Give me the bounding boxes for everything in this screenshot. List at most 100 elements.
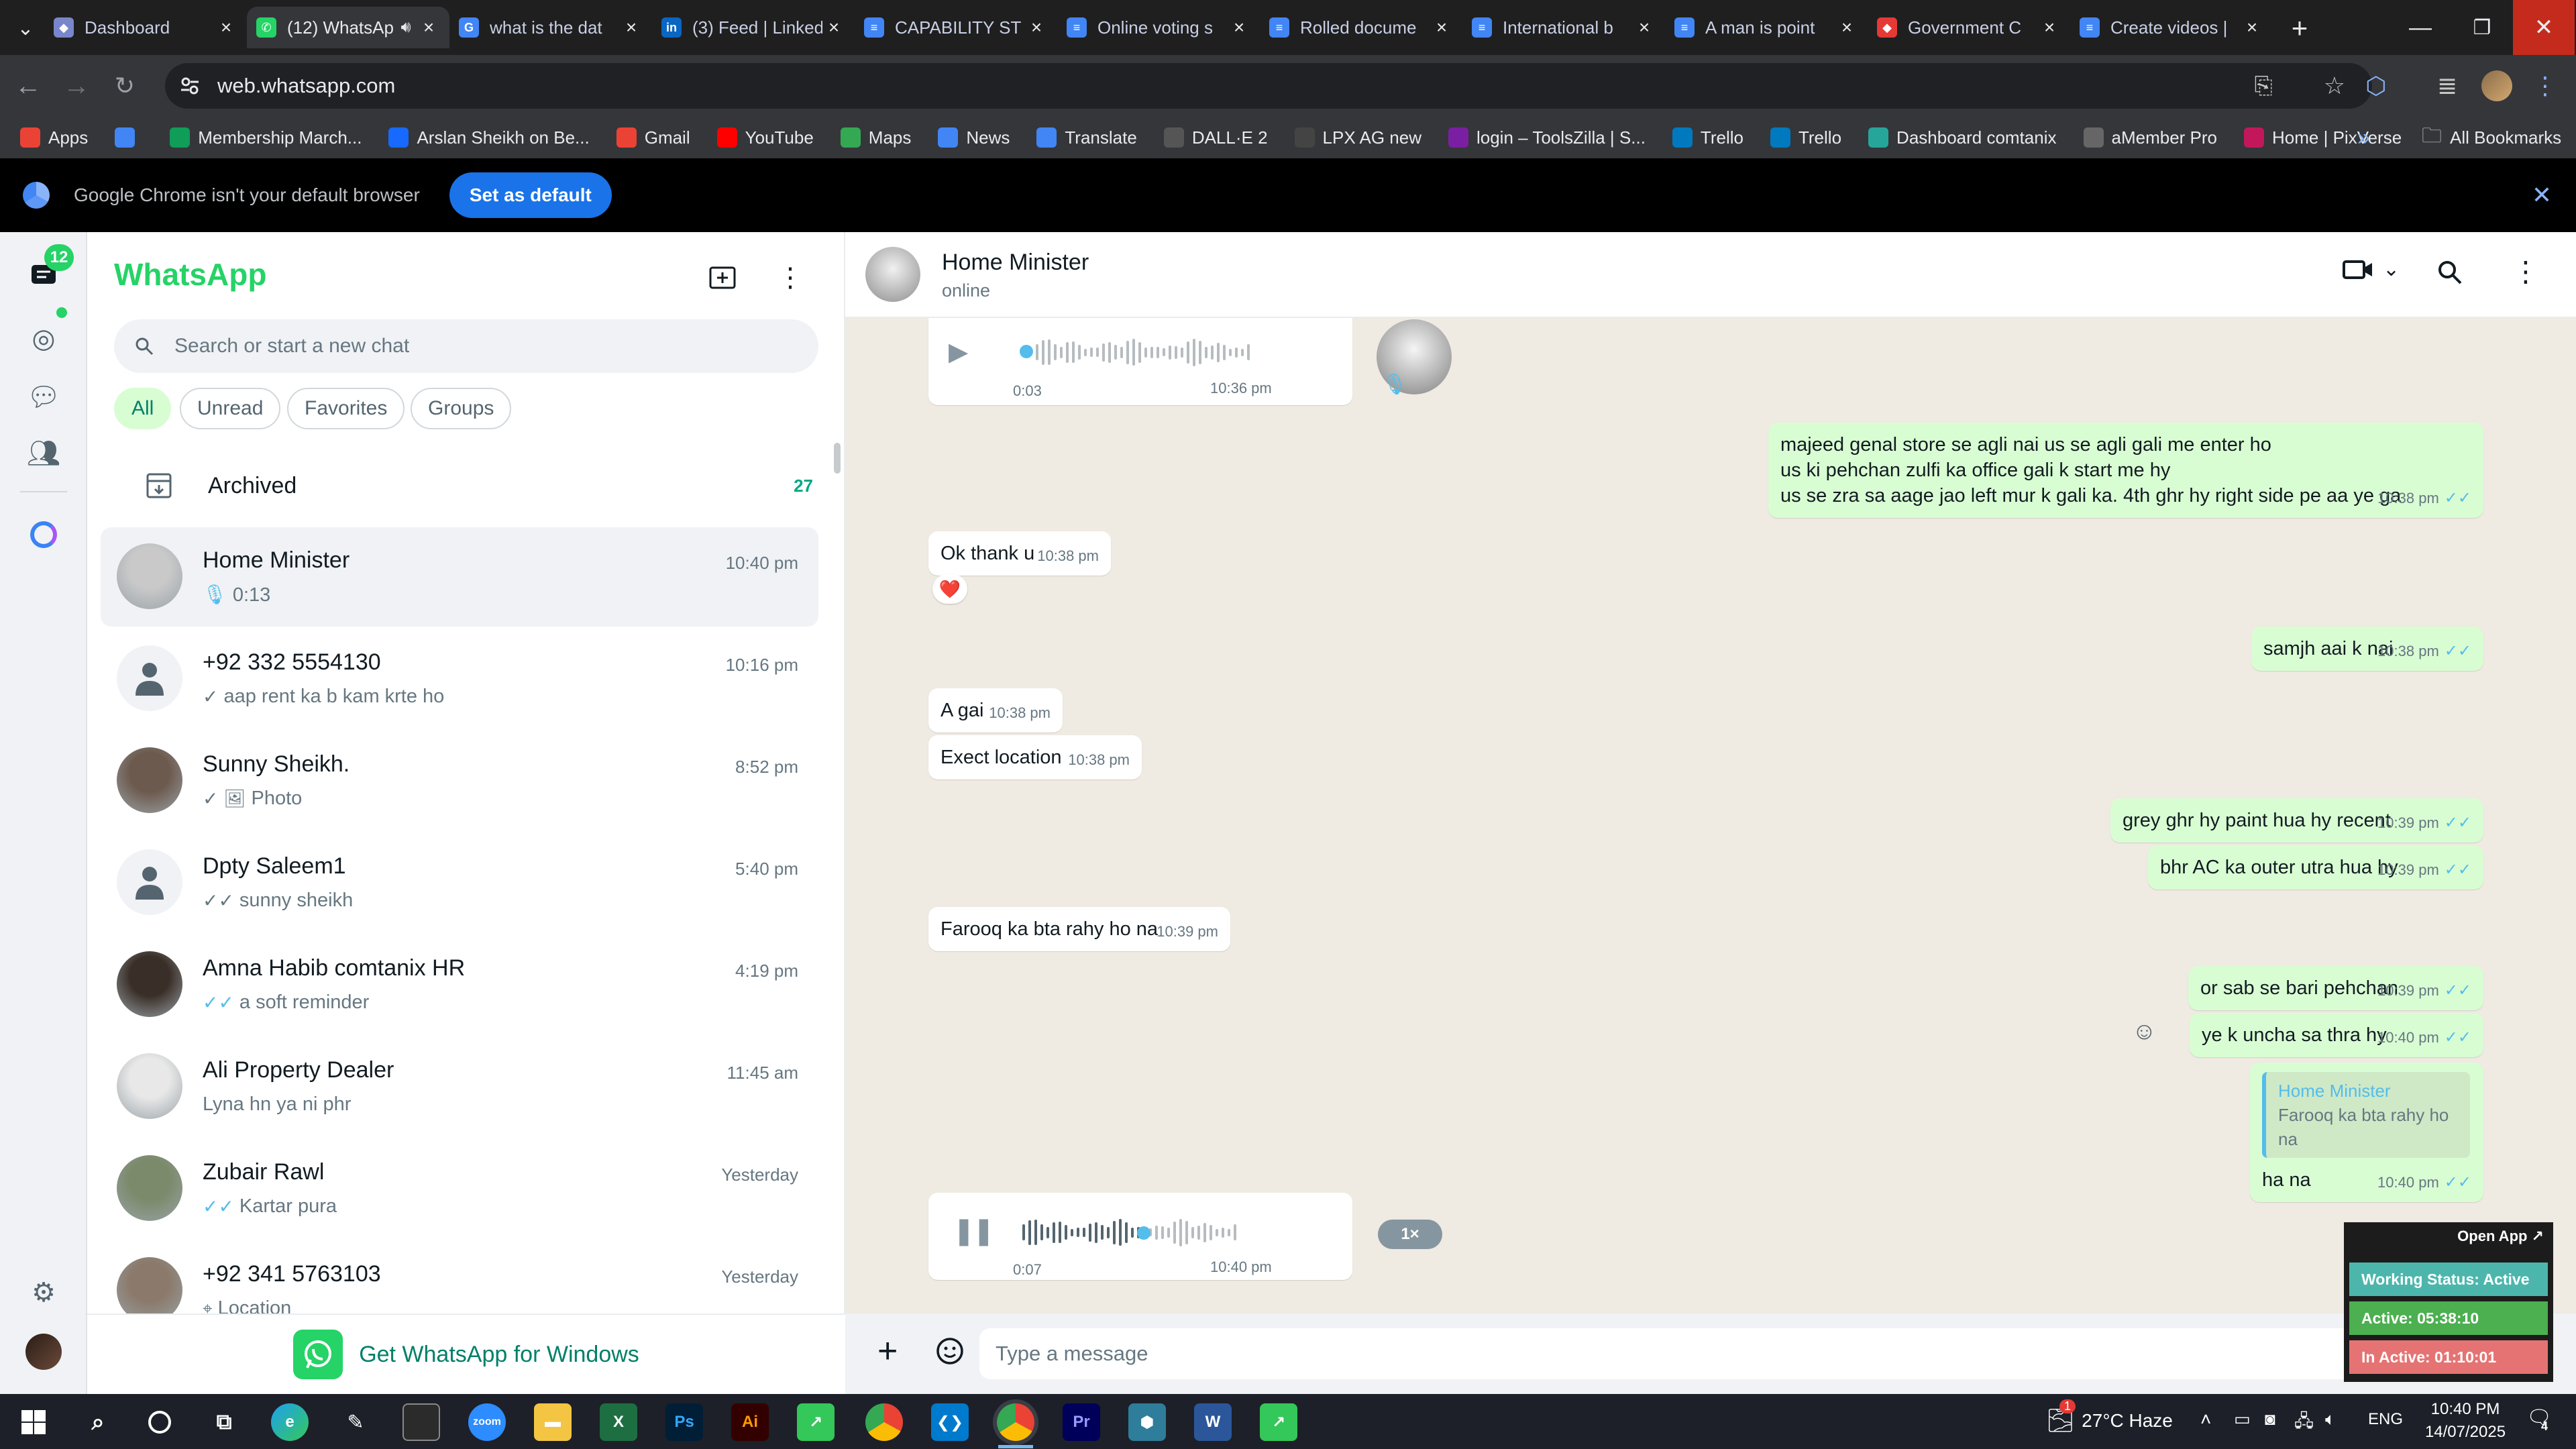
tab-close-icon[interactable]: × bbox=[1228, 17, 1250, 38]
conversation-search-icon[interactable] bbox=[2436, 259, 2463, 289]
browser-tab[interactable]: ✆ (12) WhatsApp 🔊︎ × bbox=[247, 7, 449, 48]
cortana-icon[interactable] bbox=[141, 1403, 178, 1441]
bookmark-item[interactable]: Dashboard comtanix bbox=[1868, 127, 2057, 148]
filter-unread[interactable]: Unread bbox=[180, 388, 281, 429]
meta-ai-icon[interactable] bbox=[24, 515, 63, 554]
tab-close-icon[interactable]: × bbox=[215, 17, 237, 38]
clock[interactable]: 10:40 PM 14/07/2025 bbox=[2415, 1398, 2516, 1444]
voice-note-incoming[interactable]: ▶ 0:03 10:36 pm 🎙︎ bbox=[928, 318, 1452, 405]
voice-note-playing[interactable]: ❚❚ 1× 0:07 10:40 pm bbox=[928, 1193, 1442, 1280]
excel-icon[interactable]: X bbox=[600, 1403, 637, 1441]
edge-icon[interactable]: e bbox=[271, 1403, 309, 1441]
new-chat-icon[interactable] bbox=[704, 259, 742, 297]
outgoing-message[interactable]: bhr AC ka outer utra hua hy 10:39 pm ✓✓ bbox=[2148, 845, 2483, 890]
browser-tab[interactable]: ≡ Create videos | × bbox=[2070, 7, 2273, 48]
weather-widget[interactable]: 🌫︎ 1 27°C Haze bbox=[2046, 1399, 2173, 1434]
site-info-icon[interactable] bbox=[178, 74, 201, 97]
bookmark-item[interactable]: DALL·E 2 bbox=[1163, 127, 1268, 148]
voice-note-2-waveform[interactable] bbox=[1022, 1216, 1236, 1249]
chat-list-scrollbar[interactable] bbox=[834, 443, 841, 474]
bookmark-item[interactable]: Apps bbox=[20, 127, 88, 148]
react-emoji-icon[interactable]: ☺ bbox=[2132, 1018, 2157, 1044]
chat-row[interactable]: +92 332 5554130 10:16 pm ✓ aap rent ka b ka… bbox=[101, 629, 818, 729]
all-bookmarks[interactable]: 🗀 All Bookmarks bbox=[2422, 121, 2561, 155]
media-control-icon[interactable]: ≣ bbox=[2430, 68, 2465, 103]
volume-icon[interactable]: 🔈︎ bbox=[2325, 1409, 2336, 1430]
profile-avatar-small[interactable] bbox=[24, 1332, 63, 1371]
tab-close-icon[interactable]: × bbox=[620, 17, 643, 38]
outgoing-message[interactable]: majeed genal store se agli nai us se agl… bbox=[1768, 423, 2483, 518]
heart-reaction-icon[interactable]: ❤️ bbox=[932, 574, 967, 604]
more-bookmarks-icon[interactable]: » bbox=[2357, 125, 2370, 151]
reload-icon[interactable]: ↻ bbox=[106, 67, 144, 105]
browser-tab[interactable]: Gwhat is the dat × bbox=[449, 7, 652, 48]
bookmark-star-icon[interactable]: ☆ bbox=[2324, 72, 2345, 100]
forward-icon[interactable]: → bbox=[58, 67, 95, 105]
tray-camera-icon[interactable]: ◙ bbox=[2265, 1409, 2275, 1430]
open-app-link[interactable]: Open App ↗ bbox=[2457, 1228, 2544, 1245]
app-icon[interactable]: ⬢ bbox=[1128, 1403, 1166, 1441]
bookmark-item[interactable]: aMember Pro bbox=[2083, 127, 2217, 148]
restore-button[interactable]: ❐ bbox=[2451, 0, 2513, 55]
bookmark-item[interactable]: Home | PixVerse bbox=[2244, 127, 2402, 148]
outgoing-message[interactable]: or sab se bari pehchan 10:39 pm ✓✓ bbox=[2188, 966, 2483, 1010]
conversation-menu-icon[interactable]: ⋮ bbox=[2512, 255, 2540, 288]
browser-tab[interactable]: ≡ A man is point × bbox=[1665, 7, 1868, 48]
extensions-icon[interactable]: ⬡ bbox=[2359, 68, 2394, 103]
tab-close-icon[interactable]: × bbox=[1430, 17, 1453, 38]
start-button[interactable] bbox=[15, 1403, 52, 1441]
tab-close-icon[interactable]: × bbox=[2241, 17, 2263, 38]
conversation-header[interactable]: Home Minister online ⌄ ⋮ bbox=[845, 232, 2576, 318]
bookmark-item[interactable]: Trello bbox=[1770, 127, 1841, 148]
chat-row[interactable]: Amna Habib comtanix HR 4:19 pm ✓✓ a soft re… bbox=[101, 935, 818, 1034]
incoming-message[interactable]: Ok thank u 10:38 pm ❤️ bbox=[928, 531, 1111, 604]
play-icon[interactable]: ▶ bbox=[949, 337, 968, 367]
bookmark-item[interactable]: Membership March... bbox=[170, 127, 362, 148]
taskbar-search-icon[interactable]: ⌕ bbox=[79, 1403, 117, 1441]
message-input[interactable] bbox=[979, 1328, 2496, 1379]
chat-row[interactable]: Sunny Sheikh. 8:52 pm ✓ 🖼︎ Photo bbox=[101, 731, 818, 830]
word-icon[interactable]: W bbox=[1194, 1403, 1232, 1441]
chrome-active-icon[interactable] bbox=[997, 1403, 1034, 1441]
browser-tab[interactable]: ◆ Government C × bbox=[1868, 7, 2070, 48]
profile-avatar[interactable] bbox=[2479, 68, 2514, 103]
premiere-icon[interactable]: Pr bbox=[1063, 1403, 1100, 1441]
back-icon[interactable]: ← bbox=[9, 67, 47, 105]
install-app-icon[interactable]: ⎘ bbox=[2255, 73, 2273, 99]
browser-tab[interactable]: ≡ Online voting s × bbox=[1057, 7, 1260, 48]
file-explorer-icon[interactable]: ▬ bbox=[534, 1403, 572, 1441]
green-app-2-icon[interactable]: ↗ bbox=[1260, 1403, 1297, 1441]
pen-tool-icon[interactable]: ✎ bbox=[337, 1403, 374, 1441]
settings-gear-icon[interactable]: ⚙ bbox=[24, 1273, 63, 1312]
bookmark-item[interactable]: Gmail bbox=[616, 127, 690, 148]
chrome-taskbar-icon[interactable] bbox=[865, 1403, 903, 1441]
video-call-button[interactable]: ⌄ bbox=[2343, 258, 2400, 281]
outgoing-message[interactable]: samjh aai k nai 10:38 pm ✓✓ bbox=[2251, 627, 2483, 671]
archived-row[interactable]: Archived 27 bbox=[87, 447, 845, 525]
tab-search-chevron-icon[interactable]: ⌄ bbox=[7, 9, 44, 47]
bookmark-item[interactable]: login – ToolsZilla | S... bbox=[1448, 127, 1646, 148]
network-icon[interactable]: 🖧︎ bbox=[2294, 1409, 2314, 1438]
outgoing-message[interactable]: Home Minister Farooq ka bta rahy ho na ha … bbox=[2250, 1063, 2483, 1202]
close-infobar-icon[interactable]: ✕ bbox=[2532, 181, 2552, 209]
bookmark-item[interactable]: Translate bbox=[1036, 127, 1137, 148]
photoshop-icon[interactable]: Ps bbox=[665, 1403, 703, 1441]
channels-icon[interactable]: 💬︎ bbox=[24, 377, 63, 416]
tray-meet-icon[interactable]: ▭ bbox=[2234, 1409, 2251, 1430]
bookmark-item[interactable]: LPX AG new bbox=[1294, 127, 1421, 148]
filter-all[interactable]: All bbox=[114, 388, 172, 429]
close-window-button[interactable]: ✕ bbox=[2513, 0, 2575, 55]
search-box[interactable] bbox=[114, 319, 818, 373]
get-whatsapp-windows-banner[interactable]: Get WhatsApp for Windows bbox=[87, 1313, 845, 1394]
incoming-message[interactable]: Farooq ka bta rahy ho na 10:39 pm bbox=[928, 907, 1230, 951]
tab-audio-icon[interactable]: 🔊︎ bbox=[394, 18, 417, 37]
browser-tab[interactable]: in (3) Feed | LinkedIn× bbox=[652, 7, 855, 48]
bookmark-item[interactable]: Maps bbox=[840, 127, 911, 148]
voice-note-1-waveform[interactable] bbox=[1036, 335, 1250, 369]
search-input[interactable] bbox=[174, 335, 778, 358]
outgoing-message[interactable]: grey ghr hy paint hua hy recent 10:39 pm ✓… bbox=[2110, 798, 2483, 843]
filter-groups[interactable]: Groups bbox=[411, 388, 512, 429]
language-indicator[interactable]: ENG bbox=[2368, 1410, 2403, 1429]
tab-close-icon[interactable]: × bbox=[417, 17, 440, 38]
bookmark-item[interactable]: Trello bbox=[1672, 127, 1743, 148]
